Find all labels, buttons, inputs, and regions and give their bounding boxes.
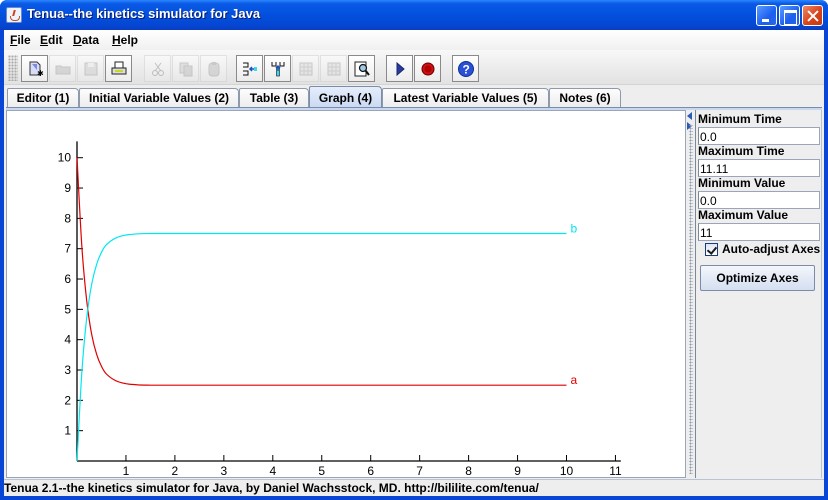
svg-text:✱: ✱	[37, 69, 44, 78]
print-button[interactable]	[105, 55, 132, 82]
insert-row-button[interactable]	[264, 55, 291, 82]
maximize-button[interactable]	[779, 5, 800, 26]
chart-svg: 1 2 3 4 5 6 7 8 9 10 1112345678910ab	[58, 141, 622, 477]
status-bar: Tenua 2.1--the kinetics simulator for Ja…	[4, 479, 824, 496]
client-area: File Edit Data Help ✱ ? Editor (1) Initi…	[4, 30, 824, 496]
paste-button[interactable]	[200, 55, 227, 82]
copy-button[interactable]	[172, 55, 199, 82]
x-tick-label: 8	[465, 464, 472, 477]
table-button-1[interactable]	[292, 55, 319, 82]
stop-button[interactable]	[414, 55, 441, 82]
max-value-label: Maximum Value	[698, 208, 789, 222]
tab-editor[interactable]: Editor (1)	[7, 88, 79, 108]
series-label-a: a	[571, 373, 578, 387]
x-tick-label: 5	[318, 464, 325, 477]
menu-file[interactable]: File	[10, 33, 31, 47]
help-button[interactable]: ?	[452, 55, 479, 82]
split-pane-divider[interactable]	[686, 110, 696, 478]
graph-tab-content: 1 2 3 4 5 6 7 8 9 10 11 1 2 3 4 5 6 7 8 9 10 a b Minimum Time …	[6, 110, 822, 478]
paste-icon	[208, 61, 219, 76]
y-tick-label: 7	[64, 242, 71, 256]
open-button[interactable]	[49, 55, 76, 82]
cut-button[interactable]	[144, 55, 171, 82]
table-icon	[327, 62, 340, 75]
y-tick-label: 3	[64, 363, 71, 377]
save-button[interactable]	[77, 55, 104, 82]
insert-row-icon	[271, 61, 284, 76]
min-value-label: Minimum Value	[698, 176, 786, 190]
y-tick-label: 10	[58, 151, 72, 165]
tab-table[interactable]: Table (3)	[239, 88, 309, 108]
max-time-label: Maximum Time	[698, 144, 785, 158]
auto-adjust-label: Auto-adjust Axes	[722, 242, 821, 256]
toolbar: ✱ ?	[4, 50, 824, 85]
new-button[interactable]: ✱	[21, 55, 48, 82]
x-tick-label: 9	[514, 464, 521, 477]
minimize-button[interactable]	[756, 5, 777, 26]
window-title: Tenua--the kinetics simulator for Java	[27, 6, 261, 21]
menu-bar: File Edit Data Help	[4, 30, 824, 50]
max-time-input[interactable]	[698, 159, 820, 177]
title-bar[interactable]: Tenua--the kinetics simulator for Java	[0, 0, 828, 30]
scissors-icon	[151, 62, 164, 76]
optimize-axes-button[interactable]: Optimize Axes	[700, 265, 815, 291]
auto-adjust-checkbox[interactable]	[705, 242, 718, 256]
y-tick-label: 1	[64, 424, 71, 438]
tab-latest-variable-values[interactable]: Latest Variable Values (5)	[382, 88, 549, 108]
min-value-input[interactable]	[698, 191, 820, 209]
x-tick-label: 6	[367, 464, 374, 477]
x-tick-label: 3	[221, 464, 228, 477]
series-label-b: b	[571, 222, 578, 236]
new-document-icon: ✱	[29, 61, 44, 78]
java-app-icon	[6, 7, 22, 23]
series-line-b	[76, 232, 567, 462]
help-icon: ?	[457, 60, 474, 77]
max-value-input[interactable]	[698, 223, 820, 241]
copy-icon	[179, 62, 192, 76]
x-tick-label: 2	[172, 464, 179, 477]
printer-icon	[111, 61, 126, 74]
auto-adjust-row[interactable]: Auto-adjust Axes	[705, 242, 820, 256]
inspect-button[interactable]	[348, 55, 375, 82]
tab-strip: Editor (1) Initial Variable Values (2) T…	[4, 86, 824, 109]
y-tick-label: 9	[64, 181, 71, 195]
menu-edit[interactable]: Edit	[40, 33, 63, 47]
insert-column-icon	[242, 62, 257, 75]
y-tick-label: 6	[64, 272, 71, 286]
tab-initial-variable-values[interactable]: Initial Variable Values (2)	[79, 88, 239, 108]
x-tick-label: 7	[416, 464, 423, 477]
y-tick-label: 2	[64, 393, 71, 407]
app-window: Tenua--the kinetics simulator for Java F…	[0, 0, 828, 500]
run-button[interactable]	[386, 55, 413, 82]
x-tick-label: 10	[560, 464, 574, 477]
floppy-disk-icon	[84, 62, 97, 75]
min-time-label: Minimum Time	[698, 112, 782, 126]
table-icon	[299, 62, 312, 75]
play-icon	[396, 61, 405, 76]
x-tick-label: 1	[123, 464, 130, 477]
collapse-left-arrow-icon[interactable]	[687, 112, 692, 120]
x-tick-label: 11	[609, 464, 622, 477]
close-button[interactable]	[802, 5, 823, 26]
insert-column-button[interactable]	[236, 55, 263, 82]
folder-open-icon	[55, 65, 70, 74]
y-tick-label: 5	[64, 302, 71, 316]
y-tick-label: 4	[64, 333, 71, 347]
x-tick-label: 4	[269, 464, 276, 477]
tab-graph[interactable]: Graph (4)	[309, 86, 382, 109]
menu-help[interactable]: Help	[112, 33, 138, 47]
magnify-document-icon	[354, 61, 370, 76]
axes-settings-panel: Minimum Time Maximum Time Minimum Value …	[697, 110, 822, 478]
svg-text:?: ?	[462, 62, 469, 76]
graph-panel: 1 2 3 4 5 6 7 8 9 10 11 1 2 3 4 5 6 7 8 9 10 a b	[6, 110, 686, 478]
menu-data[interactable]: Data	[73, 33, 99, 47]
table-button-2[interactable]	[320, 55, 347, 82]
tab-notes[interactable]: Notes (6)	[549, 88, 621, 108]
min-time-input[interactable]	[698, 127, 820, 145]
divider-grip[interactable]	[689, 124, 693, 474]
series-line-a	[76, 157, 567, 386]
stop-icon	[421, 62, 434, 75]
y-tick-label: 8	[64, 211, 71, 225]
toolbar-grip[interactable]	[8, 55, 18, 81]
